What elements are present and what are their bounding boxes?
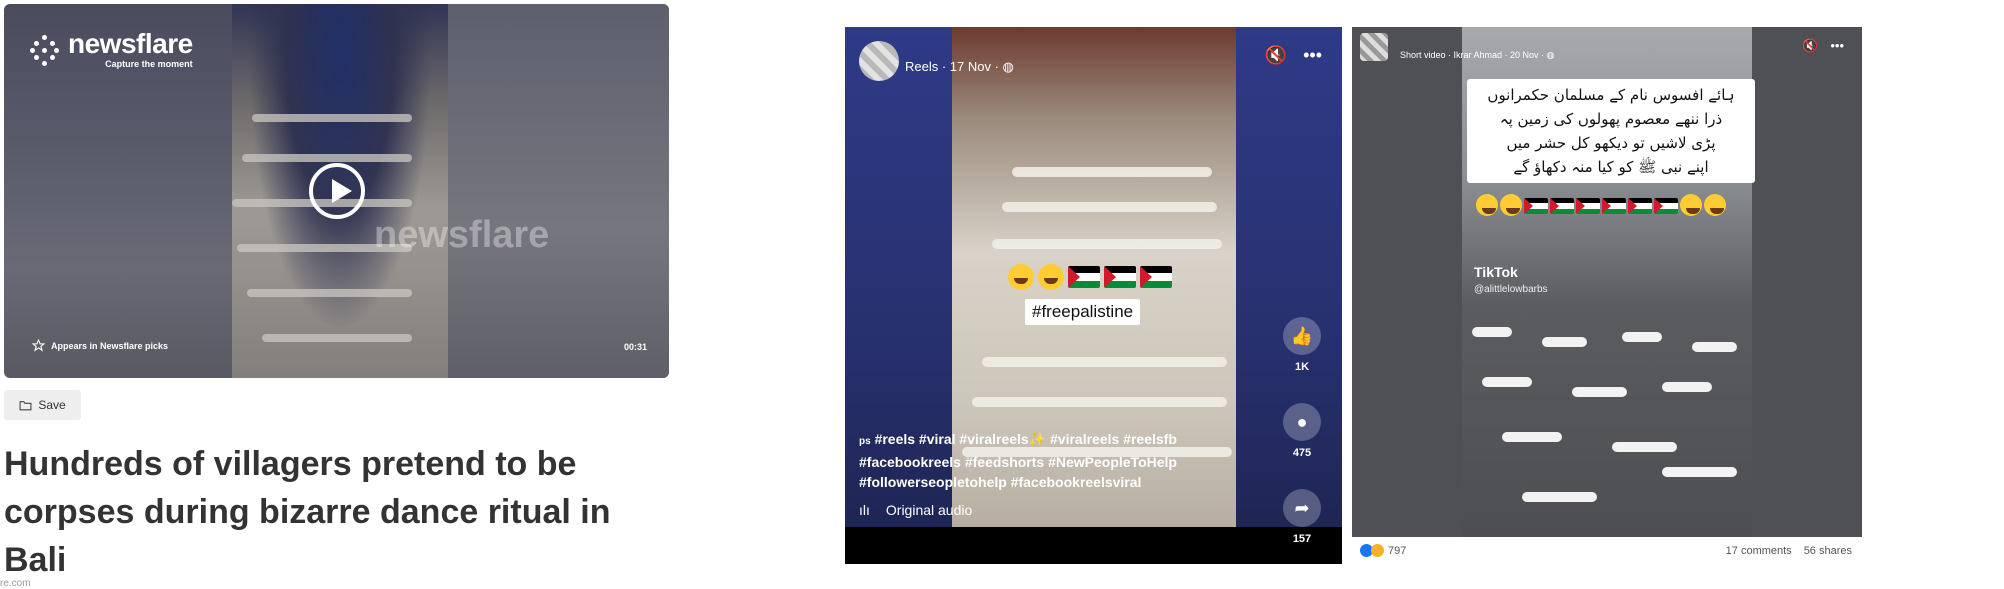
save-label: Save [38, 398, 66, 412]
newsflare-watermark: newsflare [374, 214, 550, 256]
star-icon [32, 339, 45, 352]
pleading-emoji-icon [1680, 194, 1702, 216]
video-duration: 00:31 [624, 342, 648, 352]
share-icon: ➦ [1283, 489, 1321, 527]
crying-emoji-icon [1008, 264, 1034, 290]
urdu-line: پڑی لاشیں تو دیکھو کل حشر میں [1506, 134, 1716, 152]
comment-icon: ● [1283, 403, 1321, 441]
urdu-line: ذرا ننھے معصوم پھولوں کی زمین پہ [1499, 110, 1723, 128]
sad-reaction-icon [1371, 544, 1384, 557]
urdu-line: اپنے نبی ﷺ کو کیا منہ دکھاؤ گے [1513, 158, 1709, 176]
palestine-flag-icon [1602, 198, 1626, 214]
short-emoji-row [1476, 194, 1726, 216]
pleading-emoji-icon [1500, 194, 1522, 216]
caption-prefix: ps [859, 436, 871, 447]
newsflare-tagline: Capture the moment [105, 59, 193, 69]
tiktok-handle: @alittlelowbarbs [1474, 284, 1548, 295]
newsflare-logo: newsflare Capture the moment [30, 30, 193, 69]
short-meta: Short video · Ikrar Ahmad · 20 Nov · ◍ [1400, 50, 1554, 61]
audio-label: Original audio [885, 502, 973, 518]
reel-meta-text: Reels · 17 Nov · [905, 59, 1003, 74]
save-button[interactable]: Save [4, 390, 81, 420]
palestine-flag-icon [1576, 198, 1600, 214]
reactions-count: 797 [1388, 544, 1407, 557]
like-action[interactable]: 👍 1K [1283, 317, 1321, 373]
urdu-line: ہائے افسوس نام کے مسلمان حکمرانوں [1487, 86, 1735, 104]
avatar[interactable] [859, 41, 899, 81]
newsflare-video-player[interactable]: newsflare Capture the moment newsflare A… [4, 4, 669, 378]
crying-emoji-icon [1704, 194, 1726, 216]
more-icon[interactable]: ••• [1830, 38, 1844, 54]
like-count: 1K [1294, 361, 1310, 373]
like-icon: 👍 [1283, 317, 1321, 355]
audio-icon: ılı [859, 502, 870, 518]
palestine-flag-icon [1068, 266, 1100, 288]
article-headline: Hundreds of villagers pretend to be corp… [4, 445, 611, 579]
urdu-text-overlay: ہائے افسوس نام کے مسلمان حکمرانوں ذرا نن… [1467, 79, 1755, 183]
crying-emoji-icon [1038, 264, 1064, 290]
palestine-flag-icon [1524, 198, 1548, 214]
engagement-stats: 17 comments 56 shares [1726, 545, 1852, 557]
picks-label: Appears in Newsflare picks [51, 340, 169, 351]
reel-emoji-overlay [1008, 264, 1172, 290]
comment-action[interactable]: ● 475 [1283, 403, 1321, 459]
comments-count[interactable]: 17 comments [1726, 545, 1792, 557]
newsflare-picks[interactable]: Appears in Newsflare picks [32, 339, 168, 352]
tiktok-watermark: TikTok [1474, 264, 1518, 280]
reel-side-actions: 👍 1K ● 475 ➦ 157 [1283, 317, 1321, 564]
short-meta-text: Short video · Ikrar Ahmad · 20 Nov · [1400, 50, 1547, 60]
reel-meta: Reels · 17 Nov · ◍ [905, 59, 1014, 75]
share-action[interactable]: ➦ 157 [1283, 489, 1321, 545]
comment-count: 475 [1292, 447, 1312, 459]
reel-caption: ps #reels #viral #viralreels✨ #viralreel… [859, 429, 1219, 492]
folder-icon [19, 400, 32, 410]
more-icon[interactable]: ••• [1303, 45, 1322, 66]
short-controls: 🔇 ••• [1802, 38, 1844, 54]
palestine-flag-icon [1104, 266, 1136, 288]
mute-icon[interactable]: 🔇 [1802, 38, 1818, 54]
globe-icon: ◍ [1546, 50, 1555, 60]
crying-emoji-icon [1476, 194, 1498, 216]
short-video-panel[interactable]: Short video · Ikrar Ahmad · 20 Nov · ◍ 🔇… [1352, 27, 1862, 564]
shares-count[interactable]: 56 shares [1804, 545, 1852, 557]
avatar[interactable] [1360, 33, 1388, 61]
palestine-flag-icon [1140, 266, 1172, 288]
palestine-flag-icon [1654, 198, 1678, 214]
reactions[interactable]: 797 [1360, 544, 1406, 557]
palestine-flag-icon [1550, 198, 1574, 214]
facebook-reel-panel[interactable]: Reels · 17 Nov · ◍ 🔇 ••• #freepalistine … [845, 27, 1342, 564]
caption-hashtags[interactable]: #reels #viral #viralreels✨ #viralreels #… [859, 431, 1177, 490]
reel-controls: 🔇 ••• [1265, 45, 1322, 66]
source-fragment: re.com [0, 578, 31, 589]
globe-icon: ◍ [1002, 59, 1014, 74]
mute-icon[interactable]: 🔇 [1265, 45, 1287, 66]
reel-audio[interactable]: ılı Original audio [859, 502, 972, 518]
reel-bottom-bar [845, 527, 1342, 564]
newsflare-brand: newsflare [68, 28, 193, 59]
share-count: 157 [1292, 533, 1312, 545]
video-blur-side [448, 4, 669, 378]
play-icon[interactable] [309, 163, 365, 219]
palestine-flag-icon [1628, 198, 1652, 214]
newsflare-logo-icon [30, 34, 60, 66]
hashtag-overlay: #freepalistine [1025, 299, 1141, 325]
